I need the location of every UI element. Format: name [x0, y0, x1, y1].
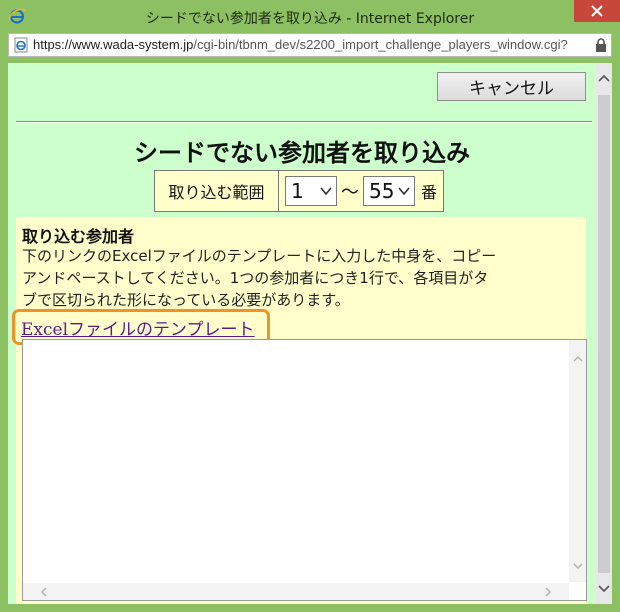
- scroll-down-arrow[interactable]: [596, 574, 612, 604]
- chevron-up-icon: [573, 355, 582, 361]
- browser-window: シードでない参加者を取り込み - Internet Explorer https…: [0, 0, 620, 612]
- address-url: https://www.wada-system.jp/cgi-bin/tbnm_…: [33, 37, 568, 52]
- range-from-select[interactable]: 1: [285, 176, 337, 206]
- window-vertical-scrollbar[interactable]: [596, 63, 612, 604]
- scroll-left-arrow[interactable]: [35, 583, 52, 600]
- range-suffix: 番: [421, 183, 438, 202]
- scroll-up-arrow[interactable]: [596, 63, 612, 93]
- import-description: 下のリンクのExcelファイルのテンプレートに入力した中身を、コピー アンドペー…: [22, 245, 584, 311]
- textarea-horizontal-scrollbar[interactable]: [23, 583, 569, 600]
- page-title: シードでない参加者を取り込み: [134, 139, 470, 167]
- window-title: シードでない参加者を取り込み - Internet Explorer: [145, 11, 475, 27]
- import-range: 取り込む範囲 1 〜 55 番: [154, 170, 445, 212]
- scroll-up-arrow[interactable]: [569, 350, 586, 367]
- section-label: 取り込む参加者: [22, 227, 135, 246]
- ie-page-icon: [14, 37, 28, 53]
- description-line: ブで区切られた形になっている必要があります。: [22, 291, 350, 309]
- range-to-value: 55: [369, 179, 395, 203]
- chevron-down-icon: [573, 563, 582, 569]
- lock-icon[interactable]: [595, 38, 607, 52]
- range-to-select[interactable]: 55: [363, 176, 415, 206]
- range-label: 取り込む範囲: [155, 171, 279, 211]
- import-textarea[interactable]: [22, 339, 587, 601]
- template-download-link[interactable]: Excelファイルのテンプレート: [21, 315, 255, 340]
- page-content: キャンセル シードでない参加者を取り込み 取り込む範囲 1 〜 55 番 取り込…: [8, 63, 596, 604]
- import-section: 取り込む参加者 下のリンクのExcelファイルのテンプレートに入力した中身を、コ…: [12, 217, 587, 604]
- chevron-left-icon: [40, 587, 46, 596]
- description-line: 下のリンクのExcelファイルのテンプレートに入力した中身を、コピー: [22, 247, 497, 265]
- divider: [16, 121, 592, 123]
- chevron-right-icon: [545, 587, 551, 596]
- address-bar[interactable]: https://www.wada-system.jp/cgi-bin/tbnm_…: [8, 33, 612, 57]
- chevron-down-icon: [398, 187, 410, 196]
- scrollbar-thumb[interactable]: [598, 95, 610, 573]
- close-button[interactable]: [574, 0, 620, 22]
- description-line: アンドペーストしてください。1つの参加者につき1行で、各項目がタ: [22, 269, 489, 287]
- title-bar: シードでない参加者を取り込み - Internet Explorer: [0, 0, 620, 32]
- address-url-path: /cgi-bin/tbnm_dev/s2200_import_challenge…: [193, 37, 568, 52]
- address-url-host: https://www.wada-system.jp: [33, 37, 194, 52]
- close-icon: [591, 5, 603, 17]
- range-controls: 1 〜 55 番: [279, 171, 443, 211]
- range-separator: 〜: [341, 182, 359, 203]
- chevron-up-icon: [598, 74, 610, 82]
- chevron-down-icon: [320, 187, 332, 196]
- scroll-down-arrow[interactable]: [569, 557, 586, 574]
- chevron-down-icon: [598, 585, 610, 593]
- cancel-button[interactable]: キャンセル: [437, 72, 586, 101]
- textarea-vertical-scrollbar[interactable]: [569, 340, 586, 582]
- scroll-right-arrow[interactable]: [539, 583, 556, 600]
- range-from-value: 1: [291, 179, 304, 203]
